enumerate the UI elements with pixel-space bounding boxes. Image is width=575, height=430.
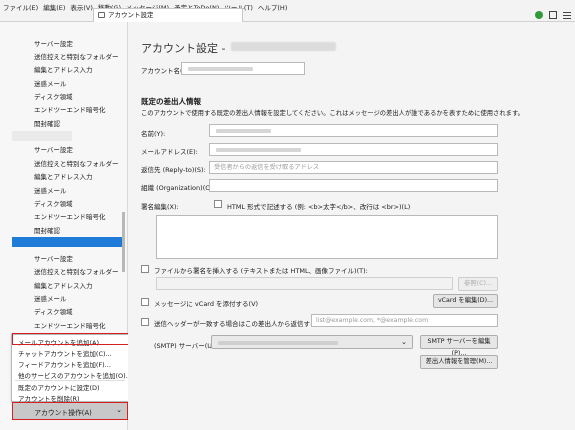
menu-set-default[interactable]: 既定のアカウントに設定(D) — [18, 382, 100, 392]
menu-add-other-account[interactable]: 他のサービスのアカウントを追加(O)... — [18, 370, 132, 380]
tree-item-copies-1[interactable]: 送信控えと特別なフォルダー — [34, 51, 119, 61]
edit-smtp-button[interactable]: SMTP サーバーを編集(P)... — [420, 335, 498, 357]
reply-to-label: 返信先 (Reply-to)(S): — [141, 166, 206, 174]
highlight-add-mail-account — [12, 333, 129, 345]
email-input[interactable] — [209, 143, 498, 156]
tree-item-receipts-1[interactable]: 開封確認 — [34, 118, 60, 128]
tree-item-disk-1[interactable]: ディスク領域 — [34, 91, 73, 101]
menu-edit[interactable]: 編集(E) — [43, 2, 65, 12]
reply-to-input[interactable]: 受信者からの返信を受け取るアドレス — [209, 161, 498, 174]
vcard-checkbox[interactable] — [141, 298, 149, 306]
page-title: アカウント設定 - — [141, 42, 226, 55]
tree-item-composition-2[interactable]: 編集とアドレス入力 — [34, 171, 93, 181]
manage-identities-button[interactable]: 差出人情報を管理(M)... — [420, 355, 498, 369]
tree-item-server-3[interactable]: サーバー設定 — [34, 253, 73, 263]
edit-vcard-button[interactable]: vCard を編集(D)... — [433, 294, 498, 308]
account-header-selected[interactable] — [12, 237, 122, 247]
tree-item-receipts-2[interactable]: 開封確認 — [34, 225, 60, 235]
account-actions-button[interactable]: アカウント操作(A) ⌄ — [12, 402, 128, 420]
menu-file[interactable]: ファイル(E) — [3, 2, 38, 12]
section-title: 既定の差出人情報 — [141, 97, 201, 106]
settings-tab-icon — [98, 12, 105, 18]
tree-item-server-2[interactable]: サーバー設定 — [34, 144, 73, 154]
tree-item-e2e-1[interactable]: エンドツーエンド暗号化 — [34, 104, 106, 114]
signature-file-label: ファイルから署名を挿入する (テキストまたは HTML、画像ファイル)(T): — [154, 267, 368, 275]
tree-item-copies-2[interactable]: 送信控えと特別なフォルダー — [34, 158, 119, 168]
organization-label: 組織 (Organization)(O): — [141, 184, 216, 192]
vcard-label: メッセージに vCard を添付する(V) — [154, 300, 259, 308]
chevron-down-icon: ⌄ — [116, 406, 122, 414]
menu-view[interactable]: 表示(V) — [70, 2, 93, 12]
tree-item-e2e-2[interactable]: エンドツーエンド暗号化 — [34, 211, 106, 221]
signature-file-input[interactable] — [156, 277, 453, 290]
reply-header-input[interactable]: list@example.com, *@example.com — [311, 314, 498, 327]
html-signature-checkbox[interactable] — [214, 200, 222, 208]
tree-item-disk-2[interactable]: ディスク領域 — [34, 198, 73, 208]
name-input[interactable] — [209, 124, 498, 137]
smtp-server-value — [218, 341, 338, 345]
section-description: このアカウントで使用する既定の差出人情報を設定してください。これはメッセージの差… — [141, 110, 524, 117]
html-signature-label: HTML 形式で記述する (例: <b>太字</b>、改行は <br>)(L) — [227, 203, 411, 211]
tree-item-junk-2[interactable]: 迷惑メール — [34, 185, 67, 195]
tree-item-composition-1[interactable]: 編集とアドレス入力 — [34, 64, 93, 74]
browse-button[interactable]: 参照(C)... — [458, 277, 498, 291]
signature-label: 署名編集(X): — [141, 203, 179, 211]
reply-header-checkbox[interactable] — [141, 318, 149, 326]
tree-item-disk-3[interactable]: ディスク領域 — [34, 306, 73, 316]
menu-add-chat-account[interactable]: チャットアカウントを追加(C)... — [18, 348, 112, 358]
account-header-2[interactable] — [12, 131, 72, 141]
tree-item-copies-3[interactable]: 送信控えと特別なフォルダー — [34, 266, 119, 276]
tab-account-settings[interactable]: アカウント設定 — [93, 8, 243, 22]
tree-item-junk-3[interactable]: 迷惑メール — [34, 293, 67, 303]
account-address-redacted — [231, 42, 336, 51]
signature-textarea[interactable] — [156, 215, 498, 259]
smtp-server-select[interactable]: ⌄ — [211, 335, 413, 349]
reply-header-placeholder: list@example.com, *@example.com — [316, 317, 429, 324]
name-label: 名前(Y): — [141, 130, 166, 138]
reply-header-label: 送信ヘッダーが一致する場合はこの差出人から返信する(D): — [154, 320, 329, 328]
tree-item-e2e-3[interactable]: エンドツーエンド暗号化 — [34, 320, 106, 330]
toolbar-right-icons — [535, 11, 571, 19]
tree-item-server-1[interactable]: サーバー設定 — [34, 38, 73, 48]
account-name-input[interactable] — [181, 62, 305, 75]
sidebar-scrollbar[interactable] — [122, 212, 125, 272]
tree-item-junk-1[interactable]: 迷惑メール — [34, 78, 67, 88]
menu-help[interactable]: ヘルプ(H) — [258, 2, 287, 12]
email-label: メールアドレス(E): — [141, 148, 198, 156]
menu-separator — [15, 380, 125, 381]
update-icon[interactable] — [535, 11, 543, 19]
smtp-label: (SMTP) サーバー(U): — [154, 342, 217, 350]
tree-item-composition-3[interactable]: 編集とアドレス入力 — [34, 280, 93, 290]
reply-to-placeholder: 受信者からの返信を受け取るアドレス — [214, 164, 320, 171]
organization-input[interactable] — [209, 179, 498, 192]
menubar: ファイル(E) 編集(E) 表示(V) 移動(G) メッセージ(M) 予定とTo… — [0, 0, 575, 22]
calendar-icon[interactable] — [549, 11, 557, 19]
account-actions-label: アカウント操作(A) — [34, 409, 92, 417]
account-settings-pane: アカウント設定 - アカウント名(N): 既定の差出人情報 このアカウントで使用… — [128, 22, 575, 430]
chevron-down-icon: ⌄ — [401, 338, 407, 346]
signature-file-checkbox[interactable] — [141, 265, 149, 273]
tab-title: アカウント設定 — [108, 11, 154, 19]
menu-add-feed-account[interactable]: フィードアカウントを追加(F)... — [18, 359, 111, 369]
app-menu-icon[interactable] — [563, 11, 571, 19]
